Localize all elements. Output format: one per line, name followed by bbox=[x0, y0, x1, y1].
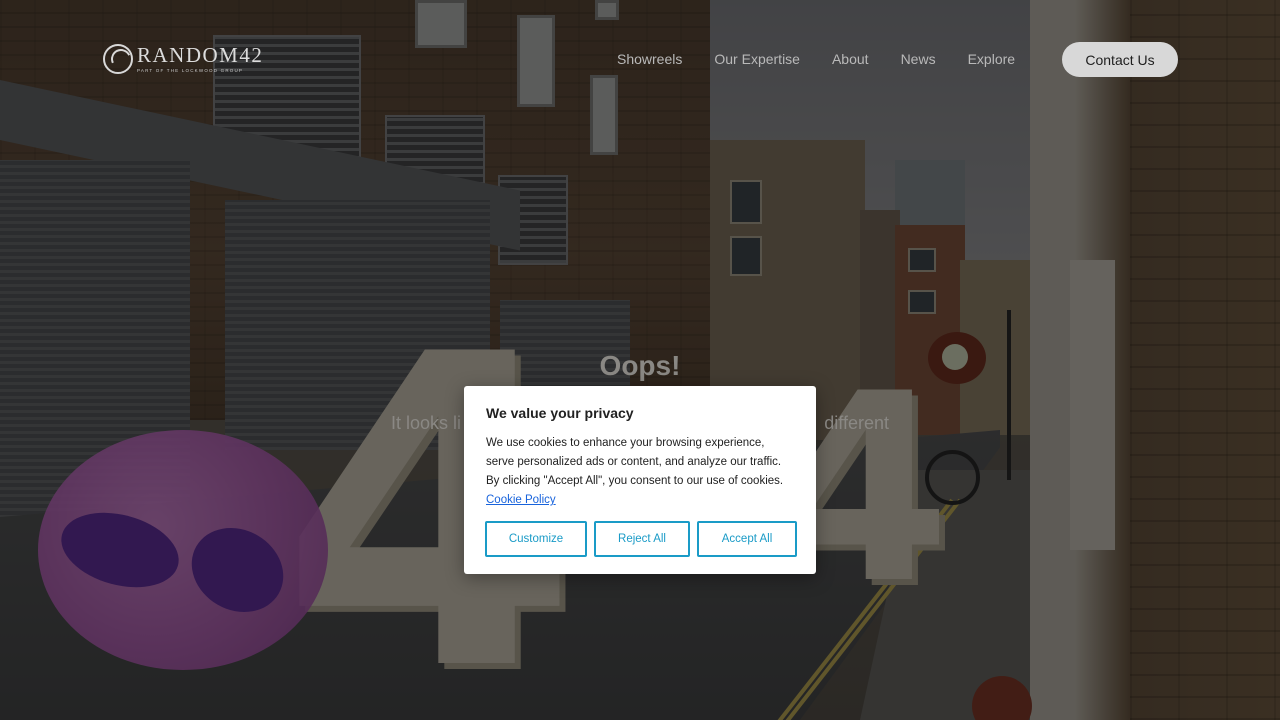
cookie-dialog-text: We use cookies to enhance your browsing … bbox=[486, 437, 784, 487]
brand-logo[interactable]: RANDOM42 PART OF THE LOCKWOOD GROUP bbox=[103, 44, 263, 74]
nav-item-explore[interactable]: Explore bbox=[968, 51, 1015, 67]
logo-wordmark: RANDOM42 PART OF THE LOCKWOOD GROUP bbox=[137, 42, 264, 74]
site-header: RANDOM42 PART OF THE LOCKWOOD GROUP Show… bbox=[0, 0, 1280, 120]
accept-all-button[interactable]: Accept All bbox=[697, 521, 797, 557]
cookie-dialog-title: We value your privacy bbox=[486, 405, 634, 421]
brand-tagline: PART OF THE LOCKWOOD GROUP bbox=[137, 67, 244, 73]
cookie-dialog-body: We use cookies to enhance your browsing … bbox=[486, 434, 795, 510]
nav-item-our-expertise[interactable]: Our Expertise bbox=[714, 51, 800, 67]
nav-item-showreels[interactable]: Showreels bbox=[617, 51, 682, 67]
nav-item-news[interactable]: News bbox=[901, 51, 936, 67]
main-nav: Showreels Our Expertise About News Explo… bbox=[617, 51, 1015, 67]
contact-us-button[interactable]: Contact Us bbox=[1062, 42, 1178, 77]
error-message-start: It looks li bbox=[391, 413, 462, 433]
cookie-button-row: Customize Reject All Accept All bbox=[485, 521, 797, 557]
customize-button[interactable]: Customize bbox=[485, 521, 587, 557]
reject-all-button[interactable]: Reject All bbox=[594, 521, 690, 557]
cookie-policy-link[interactable]: Cookie Policy bbox=[486, 494, 556, 506]
cookie-consent-dialog: We value your privacy We use cookies to … bbox=[464, 386, 816, 574]
brand-name: RANDOM42 bbox=[137, 42, 264, 67]
error-title: Oops! bbox=[599, 350, 681, 381]
logo-icon bbox=[103, 44, 133, 74]
error-message-end: different bbox=[824, 413, 889, 433]
nav-item-about[interactable]: About bbox=[832, 51, 869, 67]
